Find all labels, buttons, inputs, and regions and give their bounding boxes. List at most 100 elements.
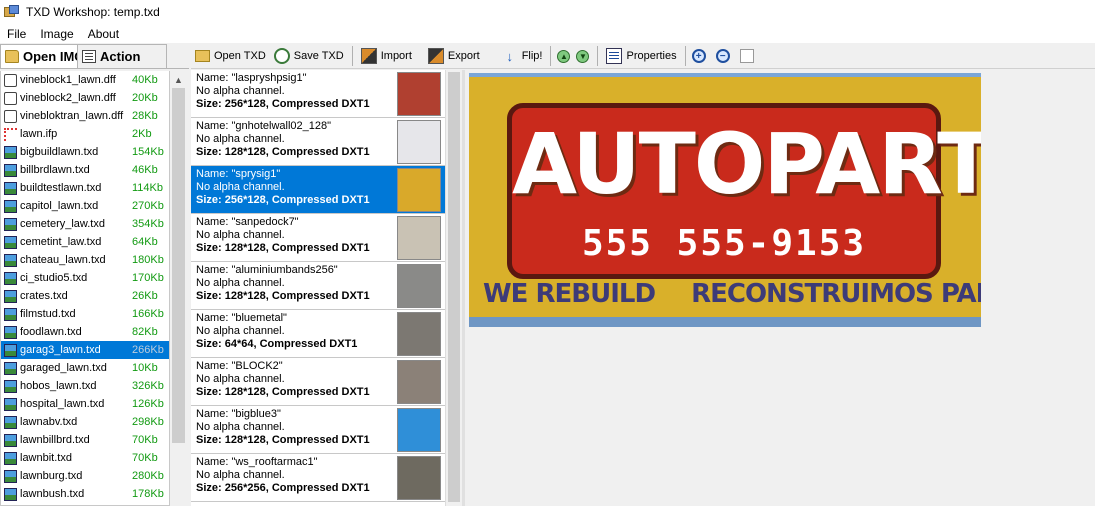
file-list-item[interactable]: chateau_lawn.txd 180Kb [1,251,169,269]
file-list-item[interactable]: vinebloktran_lawn.dff 28Kb [1,107,169,125]
ifp-file-icon [4,127,17,141]
zoom-out-button[interactable]: − [714,45,738,67]
file-list-item[interactable]: lawnabv.txd 298Kb [1,413,169,431]
texture-list-item[interactable]: Name: "laspryshpsig1" No alpha channel. Si… [191,70,445,118]
texture-list-item[interactable]: Name: "sanpedock7" No alpha channel. Size:… [191,214,445,262]
sign-tagline-left: WE REBUILD [483,279,656,309]
menu-file[interactable]: File [0,27,33,41]
import-button[interactable]: Import [357,45,416,67]
file-list-item[interactable]: billbrdlawn.txd 46Kb [1,161,169,179]
menu-about[interactable]: About [81,27,126,41]
file-list-item[interactable]: crates.txd 26Kb [1,287,169,305]
img-browser-panel: Open IMG Action vineblock1_lawn.dff40Kbv… [0,43,189,506]
texture-list-item[interactable]: Name: "sprysig1" No alpha channel. Size: 2… [191,166,445,214]
texture-list-scrollbar[interactable] [445,70,462,506]
scrollbar-thumb[interactable] [448,72,460,502]
file-list-item[interactable]: lawnburg.txd 280Kb [1,467,169,485]
tab-action[interactable]: Action [77,44,167,68]
texture-thumbnail [397,408,441,452]
txd-file-icon [4,181,17,195]
save-txd-button[interactable]: Save TXD [270,45,348,67]
flip-button[interactable]: ↓ Flip! [498,45,547,67]
move-down-button[interactable]: ▼ [574,45,593,67]
file-list-item[interactable]: bigbuildlawn.txd 154Kb [1,143,169,161]
file-list-item[interactable]: cemetint_law.txd 64Kb [1,233,169,251]
texture-preview-image: AUTOPARTS 555 555-9153 WE REBUILD RECONS… [469,73,981,327]
file-list-item[interactable]: lawnbillbrd.txd 70Kb [1,431,169,449]
file-list-item[interactable]: capitol_lawn.txd 270Kb [1,197,169,215]
file-list-item[interactable]: hospital_lawn.txd 126Kb [1,395,169,413]
open-txd-button[interactable]: Open TXD [191,45,270,67]
file-list-item[interactable]: vineblock1_lawn.dff 40Kb [1,71,169,89]
file-list-scrollbar[interactable]: ▲ [170,71,187,506]
toolbar-separator [597,46,599,66]
txd-file-icon [4,163,17,177]
file-size: 298Kb [132,416,164,428]
texture-list-item[interactable]: Name: "BLOCK2" No alpha channel. Size: 128… [191,358,445,406]
texture-info: Name: "bluemetal" No alpha channel. Size: … [196,312,397,357]
texture-list-item[interactable]: Name: "bluemetal" No alpha channel. Size: … [191,310,445,358]
fit-size-button[interactable] [738,45,760,67]
texture-list-item[interactable]: Name: "aluminiumbands256" No alpha channe… [191,262,445,310]
export-label: Export [447,50,480,62]
file-name: billbrdlawn.txd [20,164,90,176]
file-name: bigbuildlawn.txd [20,146,99,158]
texture-info: Name: "BLOCK2" No alpha channel. Size: 128… [196,360,397,405]
texture-alpha: No alpha channel. [196,229,285,241]
file-name: crates.txd [20,290,68,302]
toolbar-separator [684,46,686,66]
texture-size: Size: 128*128, Compressed DXT1 [196,434,370,446]
texture-size: Size: 128*128, Compressed DXT1 [196,146,370,158]
texture-alpha: No alpha channel. [196,181,285,193]
texture-name: Name: "bigblue3" [196,408,281,420]
txd-file-icon [4,415,17,429]
txd-file-icon [4,217,17,231]
file-name: vineblock1_lawn.dff [20,74,116,86]
export-button[interactable]: Export [424,45,484,67]
file-name: lawnbit.txd [20,452,72,464]
title-bar: TXD Workshop: temp.txd [0,0,1095,24]
file-size: 70Kb [132,452,158,464]
file-list-item[interactable]: lawn.ifp 2Kb [1,125,169,143]
texture-alpha: No alpha channel. [196,373,285,385]
file-name: hobos_lawn.txd [20,380,97,392]
file-list-item[interactable]: filmstud.txd 166Kb [1,305,169,323]
file-list-item[interactable]: garaged_lawn.txd 10Kb [1,359,169,377]
import-label: Import [380,50,412,62]
file-name: chateau_lawn.txd [20,254,106,266]
texture-size: Size: 256*128, Compressed DXT1 [196,98,370,110]
file-size: 270Kb [132,200,164,212]
move-up-button[interactable]: ▲ [555,45,574,67]
file-list-item[interactable]: lawnbit.txd 70Kb [1,449,169,467]
file-list-item[interactable]: lawnbush.txd 178Kb [1,485,169,503]
txd-file-icon [4,145,17,159]
menu-image[interactable]: Image [33,27,80,41]
file-list-item[interactable]: garag3_lawn.txd 266Kb [1,341,169,359]
file-size: 154Kb [132,146,164,158]
file-size: 266Kb [132,344,164,356]
export-icon [427,48,444,64]
file-list-item[interactable]: foodlawn.txd 82Kb [1,323,169,341]
texture-alpha: No alpha channel. [196,85,285,97]
file-list-item[interactable]: hobos_lawn.txd 326Kb [1,377,169,395]
texture-list-item[interactable]: Name: "gnhotelwall02_128" No alpha channe… [191,118,445,166]
texture-size: Size: 128*128, Compressed DXT1 [196,386,370,398]
tab-open-img[interactable]: Open IMG [0,44,78,68]
texture-list-item[interactable]: Name: "ws_rooftarmac1" No alpha channel. S… [191,454,445,502]
window-title: TXD Workshop: temp.txd [26,5,160,19]
file-name: lawn.ifp [20,128,58,140]
texture-list-item[interactable]: Name: "bigblue3" No alpha channel. Size: 1… [191,406,445,454]
file-list-item[interactable]: vineblock2_lawn.dff 20Kb [1,89,169,107]
zoom-in-button[interactable]: + [690,45,714,67]
file-list-item[interactable]: cemetery_law.txd 354Kb [1,215,169,233]
file-list-item[interactable]: ci_studio5.txd 170Kb [1,269,169,287]
properties-button[interactable]: Properties [602,45,680,67]
scrollbar-thumb[interactable] [172,88,185,443]
file-list-item[interactable]: buildtestlawn.txd 114Kb [1,179,169,197]
scroll-up-arrow-icon[interactable]: ▲ [170,71,187,88]
texture-info: Name: "ws_rooftarmac1" No alpha channel. S… [196,456,397,501]
texture-thumbnail [397,168,441,212]
file-size: 46Kb [132,164,158,176]
file-name: cemetint_law.txd [20,236,102,248]
texture-name: Name: "sprysig1" [196,168,281,180]
